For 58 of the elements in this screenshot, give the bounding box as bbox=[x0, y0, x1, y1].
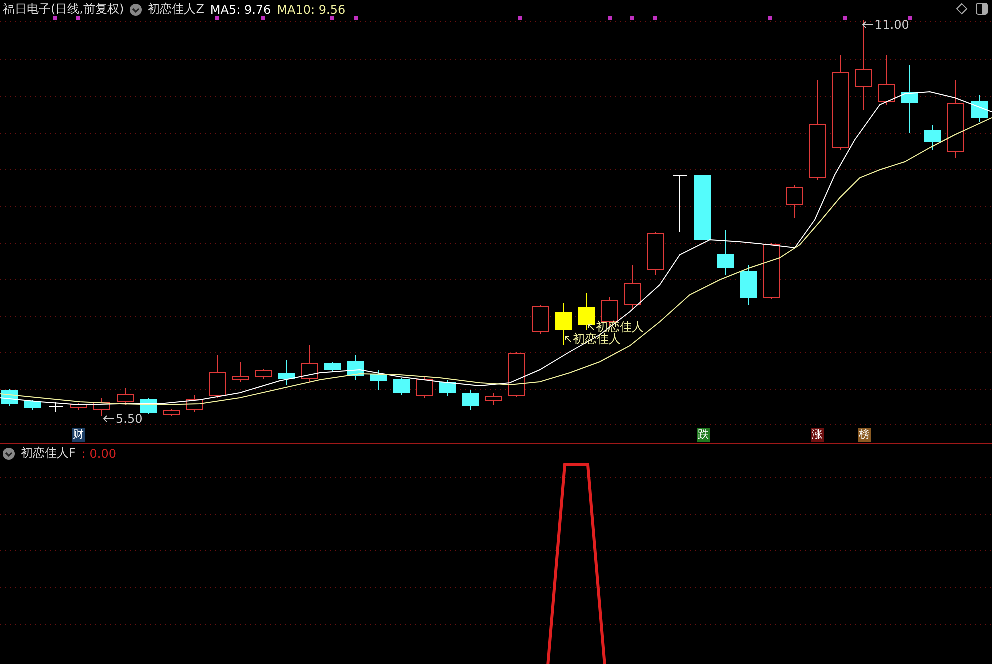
candle bbox=[764, 242, 780, 300]
arrow-icon bbox=[565, 336, 572, 343]
candle bbox=[578, 292, 596, 330]
candle bbox=[878, 54, 896, 106]
candle bbox=[508, 352, 526, 398]
event-marker[interactable]: 榜 bbox=[858, 428, 871, 442]
candle bbox=[186, 394, 204, 412]
candle bbox=[624, 264, 642, 310]
candle bbox=[324, 362, 342, 372]
candle bbox=[24, 400, 42, 410]
event-marker[interactable]: 财 bbox=[72, 428, 85, 442]
candle bbox=[440, 380, 456, 396]
candle bbox=[532, 304, 550, 334]
candle bbox=[902, 64, 918, 134]
candle bbox=[140, 398, 158, 414]
candle bbox=[302, 344, 318, 382]
candle bbox=[972, 94, 988, 122]
candle bbox=[164, 408, 180, 416]
candle bbox=[556, 302, 572, 346]
panel-toggle-icon[interactable] bbox=[976, 3, 988, 15]
candle bbox=[718, 230, 734, 276]
candle bbox=[278, 360, 296, 386]
candle bbox=[210, 354, 226, 398]
candle bbox=[924, 124, 942, 150]
stock-title: 福日电子(日线,前复权) bbox=[3, 1, 124, 18]
candle bbox=[694, 176, 712, 240]
signal-label: 初恋佳人 bbox=[596, 319, 644, 334]
moving-average-value: MA5: 9.76 bbox=[210, 2, 272, 16]
candle bbox=[370, 370, 388, 390]
indicator-name: 初恋佳人Z bbox=[148, 1, 204, 18]
diamond-icon[interactable] bbox=[956, 3, 968, 15]
arrow-icon bbox=[103, 415, 115, 423]
expand-icon[interactable] bbox=[3, 448, 15, 460]
candle bbox=[48, 402, 64, 412]
price-label: 11.00 bbox=[875, 18, 910, 32]
candle bbox=[394, 378, 410, 396]
candle bbox=[672, 176, 688, 232]
candle bbox=[416, 376, 434, 398]
candle bbox=[786, 184, 804, 218]
candle bbox=[256, 368, 272, 380]
moving-average-value: MA10: 9.56 bbox=[277, 2, 346, 16]
candle bbox=[462, 390, 480, 410]
candle bbox=[486, 392, 502, 406]
event-marker[interactable]: 涨 bbox=[811, 428, 824, 442]
indicator-name: 初恋佳人F bbox=[21, 445, 76, 462]
expand-icon[interactable] bbox=[130, 4, 142, 16]
candle bbox=[348, 354, 364, 380]
candle bbox=[648, 232, 664, 276]
event-marker[interactable]: 跌 bbox=[697, 428, 710, 442]
indicator-value: : 0.00 bbox=[82, 446, 116, 460]
candle bbox=[740, 264, 758, 306]
candle bbox=[70, 402, 88, 410]
arrow-icon bbox=[862, 21, 874, 29]
candle bbox=[94, 398, 110, 416]
arrow-icon bbox=[588, 324, 595, 331]
price-label: 5.50 bbox=[116, 412, 143, 426]
candle bbox=[232, 362, 250, 382]
candle bbox=[118, 388, 134, 406]
